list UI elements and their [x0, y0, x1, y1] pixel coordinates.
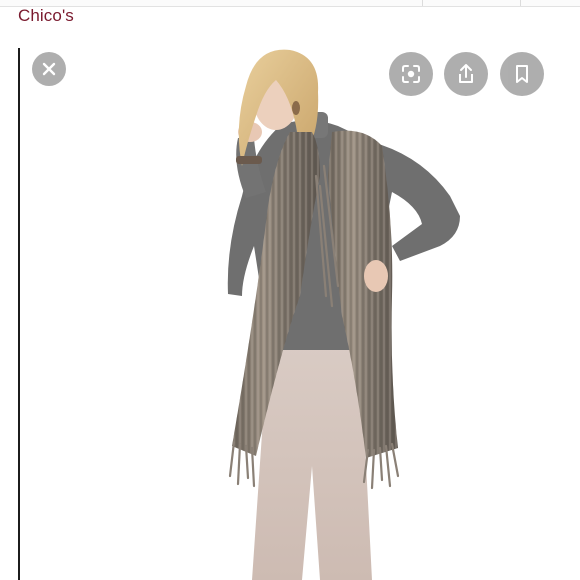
divider-tick: [422, 0, 423, 6]
brand-title[interactable]: Chico's: [18, 6, 74, 26]
close-button[interactable]: [32, 52, 66, 86]
hand-on-hip: [364, 260, 388, 292]
image-viewer: [20, 46, 580, 580]
lens-icon: [402, 65, 420, 83]
product-photo[interactable]: [20, 46, 580, 580]
top-divider: [0, 0, 580, 7]
bookmark-icon: [516, 65, 528, 83]
close-icon: [42, 62, 56, 76]
save-button[interactable]: [500, 52, 544, 96]
share-icon: [459, 64, 473, 83]
share-button[interactable]: [444, 52, 488, 96]
divider-tick: [520, 0, 521, 6]
bracelet: [236, 156, 262, 164]
visual-search-button[interactable]: [389, 52, 433, 96]
earring: [292, 101, 300, 115]
